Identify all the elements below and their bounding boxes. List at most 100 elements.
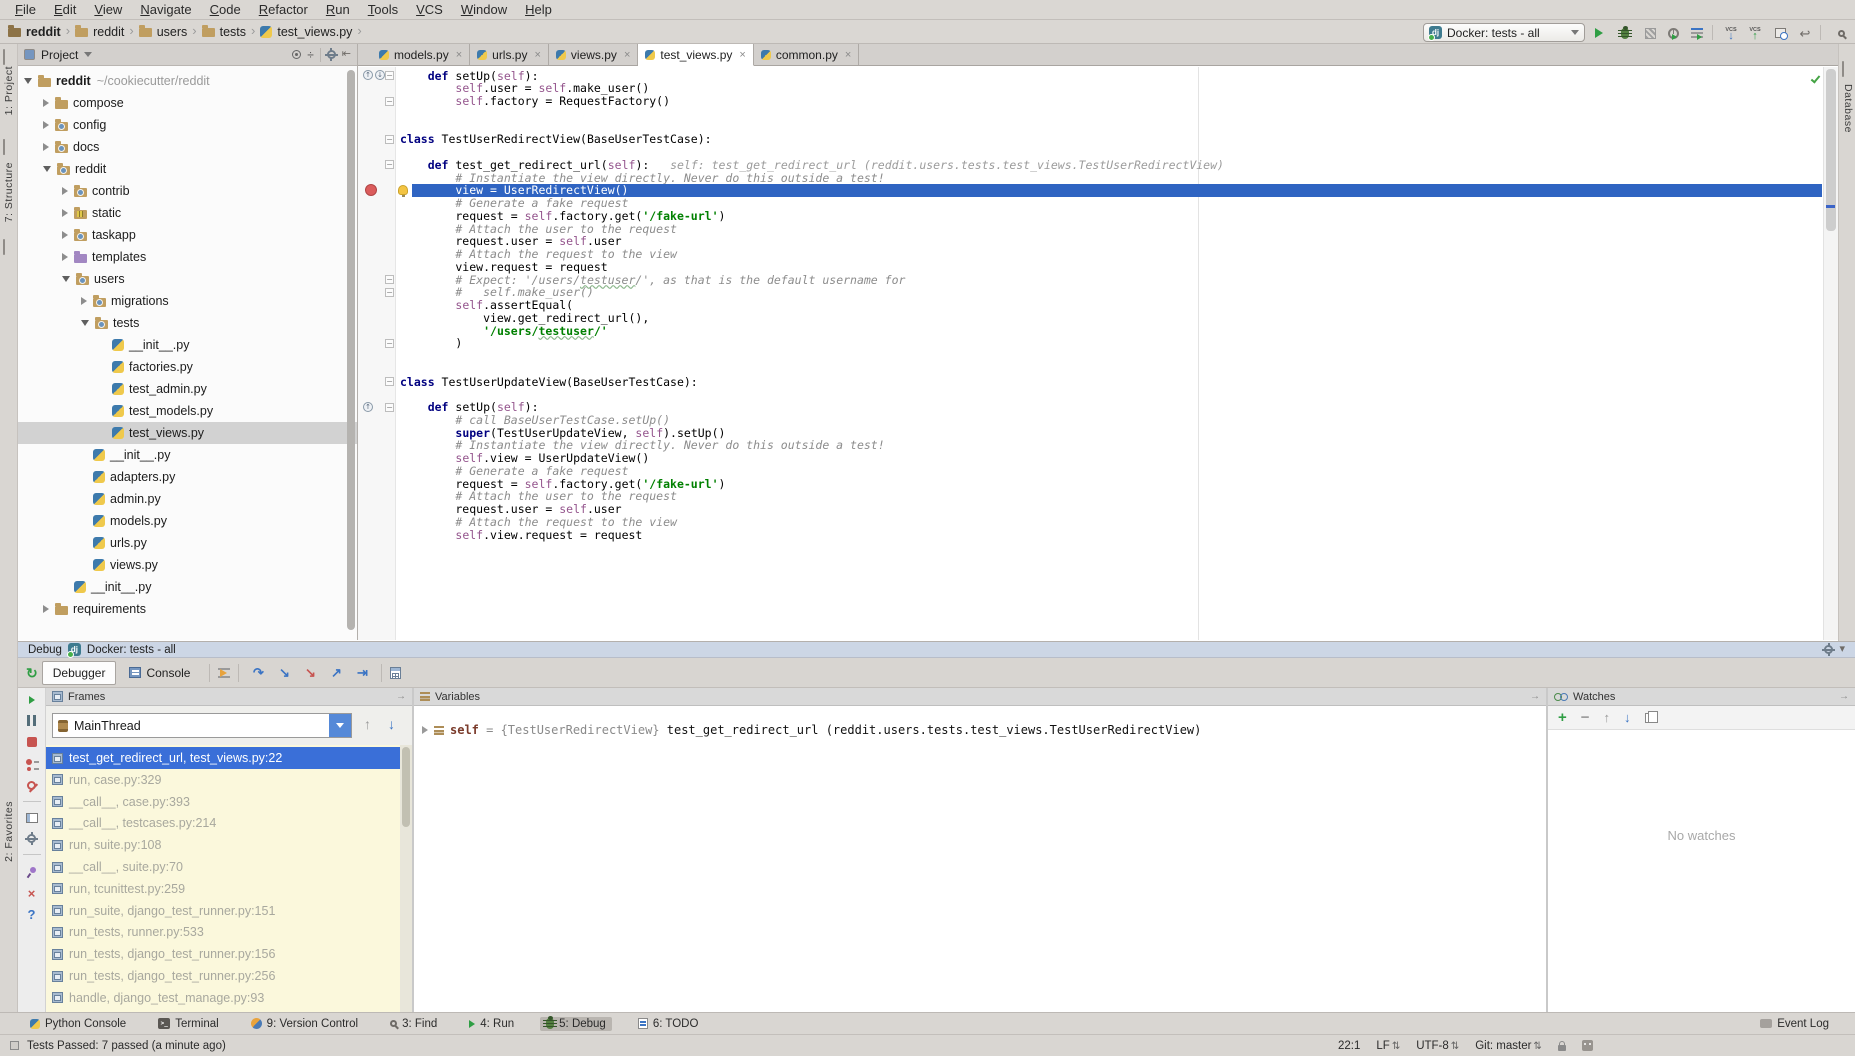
locate-file-icon[interactable] (292, 50, 301, 59)
tree-row[interactable]: tests (18, 312, 357, 334)
fold-marker[interactable]: − (385, 275, 394, 284)
pause-icon[interactable] (27, 715, 36, 726)
step-out-icon[interactable]: ↗ (325, 665, 347, 681)
menu-item-help[interactable]: Help (516, 0, 561, 19)
show-execution-point-icon[interactable] (218, 668, 230, 678)
panel-options-icon[interactable]: → (396, 691, 406, 702)
status-widget-utf-8[interactable]: UTF-8⇅ (1416, 1040, 1459, 1052)
code-line[interactable]: '/users/testuser/' (396, 325, 1822, 338)
debug-tab-debugger[interactable]: Debugger (42, 661, 117, 685)
close-tab-icon[interactable]: × (845, 49, 851, 61)
breadcrumb-item[interactable]: reddit (75, 25, 124, 39)
panel-options-icon[interactable]: → (1839, 691, 1849, 702)
remove-watch-icon[interactable]: − (1581, 709, 1590, 726)
code-line[interactable]: self.factory = RequestFactory() (396, 95, 1822, 108)
breadcrumb-item[interactable]: tests (202, 25, 246, 39)
move-watch-up-icon[interactable]: ↑ (1604, 710, 1611, 725)
frame-row[interactable]: test_get_redirect_url, test_views.py:22 (46, 747, 400, 769)
coverage-button[interactable] (1641, 24, 1659, 42)
code-line[interactable]: self.view.request = request (396, 529, 1822, 542)
debug-tab-console[interactable]: Console (118, 661, 201, 685)
method-marker-down-icon[interactable]: ↓ (375, 70, 385, 80)
restore-layout-icon[interactable] (26, 813, 38, 823)
chevron-collapsed-icon[interactable] (81, 297, 87, 305)
tool-window-button-9-version-control[interactable]: 9: Version Control (245, 1017, 364, 1031)
previous-frame-icon[interactable]: ↑ (364, 716, 371, 732)
help-icon[interactable]: ? (28, 910, 36, 920)
method-marker-up-icon[interactable]: ↑ (363, 402, 373, 412)
frame-row[interactable]: __call__, suite.py:70 (46, 856, 400, 878)
frame-row[interactable]: run, suite.py:108 (46, 834, 400, 856)
chevron-expanded-icon[interactable] (24, 78, 32, 84)
settings-gear-icon[interactable] (27, 834, 36, 843)
breadcrumb-item[interactable]: reddit (8, 25, 61, 39)
chevron-expanded-icon[interactable] (43, 166, 51, 172)
tree-row[interactable]: test_admin.py (18, 378, 357, 400)
chevron-collapsed-icon[interactable] (62, 187, 68, 195)
run-to-cursor-icon[interactable]: ⇥ (351, 665, 373, 681)
thread-dropdown-button[interactable] (329, 714, 351, 737)
chevron-expanded-icon[interactable] (81, 320, 89, 326)
fold-marker[interactable]: − (385, 71, 394, 80)
editor-tab[interactable]: urls.py× (470, 44, 549, 65)
close-tab-icon[interactable]: × (739, 49, 745, 61)
tool-window-button-event-log[interactable]: Event Log (1754, 1017, 1835, 1031)
menu-item-window[interactable]: Window (452, 0, 516, 19)
frame-row[interactable]: run_tests, django_test_runner.py:156 (46, 943, 400, 965)
menu-item-refactor[interactable]: Refactor (250, 0, 317, 19)
frame-row[interactable]: __call__, case.py:393 (46, 791, 400, 813)
code-line[interactable] (396, 350, 1822, 363)
frame-row[interactable]: run_tests, runner.py:533 (46, 921, 400, 943)
fold-marker[interactable]: − (385, 403, 394, 412)
tree-row[interactable]: migrations (18, 290, 357, 312)
fold-marker[interactable]: − (385, 339, 394, 348)
close-tab-icon[interactable]: × (456, 49, 462, 61)
tool-window-button-4-run[interactable]: 4: Run (463, 1017, 520, 1031)
tree-row[interactable]: reddit~/cookiecutter/reddit (18, 70, 357, 92)
run-button[interactable] (1590, 24, 1608, 42)
step-over-icon[interactable]: ↷ (247, 665, 269, 681)
status-widget-lf[interactable]: LF⇅ (1376, 1040, 1400, 1052)
breadcrumb-item[interactable]: test_views.py (260, 25, 352, 39)
tree-row[interactable]: factories.py (18, 356, 357, 378)
hide-panel-icon[interactable]: ⇤ (342, 49, 351, 60)
frame-row[interactable]: __call__, testcases.py:214 (46, 812, 400, 834)
menu-item-edit[interactable]: Edit (45, 0, 85, 19)
editor-gutter[interactable] (358, 67, 396, 640)
tree-row[interactable]: test_views.py (18, 422, 357, 444)
close-tab-icon[interactable]: × (534, 49, 540, 61)
tree-row[interactable]: adapters.py (18, 466, 357, 488)
tree-row[interactable]: config (18, 114, 357, 136)
code-line[interactable]: # Attach the request to the view (396, 248, 1822, 261)
fold-marker[interactable]: − (385, 135, 394, 144)
tree-row[interactable]: requirements (18, 598, 357, 620)
breadcrumb-item[interactable]: users (139, 25, 188, 39)
chevron-collapsed-icon[interactable] (43, 143, 49, 151)
tool-window-button-5-debug[interactable]: 5: Debug (540, 1017, 612, 1031)
panel-options-icon[interactable]: → (1530, 691, 1540, 702)
method-marker-up-icon[interactable]: ↑ (363, 70, 373, 80)
menu-item-navigate[interactable]: Navigate (131, 0, 200, 19)
tree-row[interactable]: __init__.py (18, 576, 357, 598)
mute-breakpoints-icon[interactable] (27, 781, 36, 790)
tree-row[interactable]: __init__.py (18, 334, 357, 356)
menu-item-tools[interactable]: Tools (359, 0, 407, 19)
debug-button[interactable] (1616, 24, 1634, 42)
tool-button-project[interactable]: 1: Project (3, 66, 15, 115)
fold-marker[interactable]: − (385, 377, 394, 386)
tree-row[interactable]: views.py (18, 554, 357, 576)
current-line-stripe-mark[interactable] (1826, 205, 1835, 208)
local-history-button[interactable] (1771, 24, 1789, 42)
tree-row[interactable]: reddit (18, 158, 357, 180)
menu-item-run[interactable]: Run (317, 0, 359, 19)
menu-item-file[interactable]: File (6, 0, 45, 19)
view-breakpoints-icon[interactable] (26, 758, 38, 770)
tool-button-favorites[interactable]: 2: Favorites (3, 801, 15, 862)
editor-tab[interactable]: common.py× (754, 44, 859, 65)
frames-scrollbar[interactable] (400, 745, 412, 1013)
chevron-collapsed-icon[interactable] (43, 99, 49, 107)
tree-row[interactable]: templates (18, 246, 357, 268)
profiler-button[interactable] (1664, 24, 1682, 42)
tool-button-database[interactable]: Database (1842, 84, 1854, 133)
menu-item-vcs[interactable]: VCS (407, 0, 452, 19)
